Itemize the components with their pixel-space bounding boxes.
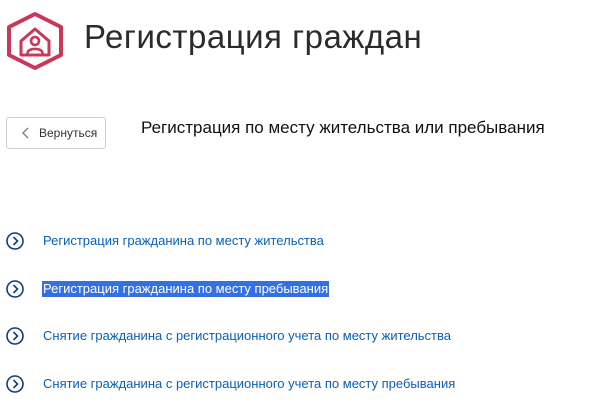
chevron-right-circle-icon [6, 232, 24, 250]
link-label[interactable]: Снятие гражданина с регистрационного уче… [42, 376, 456, 392]
chevron-right-circle-icon [6, 327, 24, 345]
link-item-deregistration-stay[interactable]: Снятие гражданина с регистрационного уче… [6, 372, 456, 396]
chevron-left-icon [21, 127, 29, 139]
link-label[interactable]: Регистрация гражданина по месту пребыван… [42, 281, 330, 297]
back-button-label: Вернуться [39, 126, 98, 140]
back-button[interactable]: Вернуться [6, 117, 106, 149]
link-label[interactable]: Снятие гражданина с регистрационного уче… [42, 328, 452, 344]
link-item-registration-residence[interactable]: Регистрация гражданина по месту жительст… [6, 229, 325, 253]
link-label[interactable]: Регистрация гражданина по месту жительст… [42, 233, 325, 249]
app-title: Регистрация граждан [84, 18, 423, 55]
page-header: Регистрация граждан [0, 0, 600, 90]
link-item-deregistration-residence[interactable]: Снятие гражданина с регистрационного уче… [6, 324, 452, 348]
chevron-right-circle-icon [6, 375, 24, 393]
link-item-registration-stay[interactable]: Регистрация гражданина по месту пребыван… [6, 277, 330, 301]
page-heading: Регистрация по месту жительства или преб… [141, 118, 545, 137]
chevron-right-circle-icon [6, 280, 24, 298]
house-person-icon [7, 12, 63, 70]
